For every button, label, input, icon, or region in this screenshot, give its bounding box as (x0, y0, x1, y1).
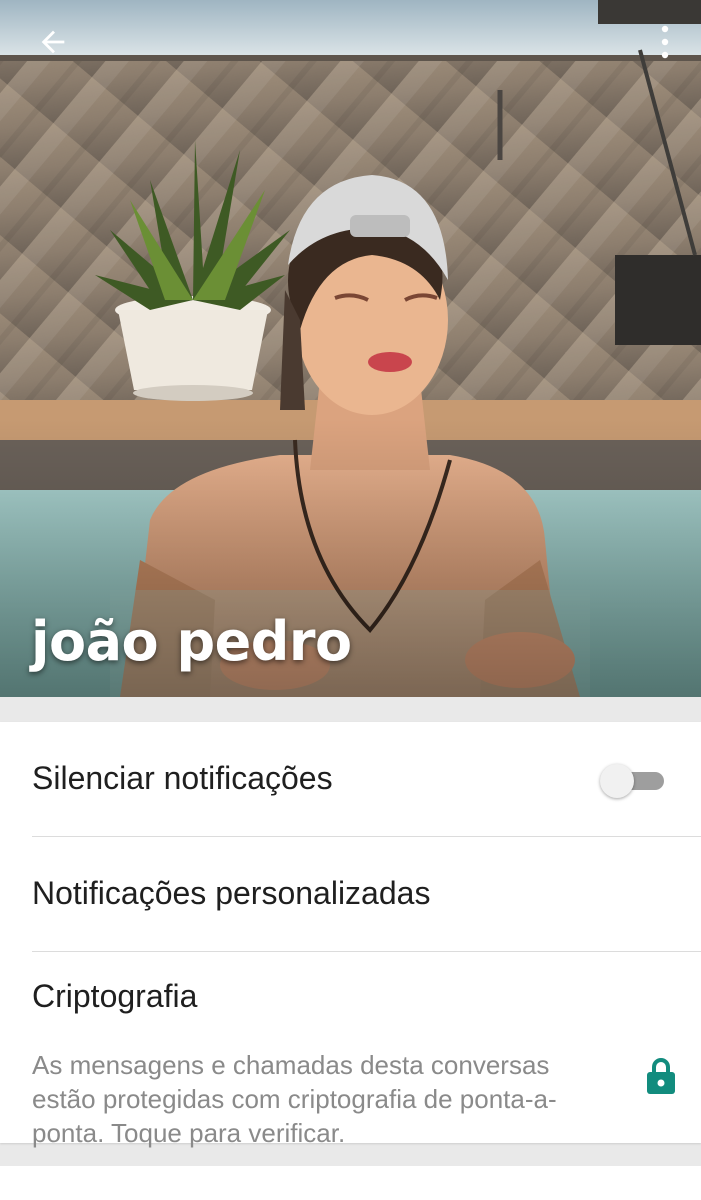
custom-notifications-row[interactable]: Notificações personalizadas (0, 837, 701, 951)
back-button[interactable] (26, 18, 80, 66)
contact-name: joão pedro (31, 610, 352, 673)
profile-photo[interactable] (0, 0, 701, 697)
mute-notifications-label: Silenciar notificações (32, 760, 333, 796)
toggle-thumb (600, 764, 634, 798)
encryption-label: Criptografia (32, 978, 198, 1014)
custom-notifications-label: Notificações personalizadas (32, 875, 431, 911)
encryption-row[interactable]: Criptografia As mensagens e chamadas des… (0, 952, 701, 1148)
arrow-left-icon (41, 30, 65, 54)
more-vert-icon (661, 25, 669, 59)
lock-icon (647, 1058, 675, 1094)
profile-header: joão pedro (0, 0, 701, 697)
encryption-description: As mensagens e chamadas desta conversas … (32, 1050, 557, 1148)
mute-notifications-toggle[interactable] (600, 764, 664, 798)
next-section-edge (0, 1166, 701, 1200)
mute-notifications-row[interactable]: Silenciar notificações (0, 722, 701, 836)
more-options-button[interactable] (647, 18, 683, 66)
chat-settings-card: Silenciar notificações Notificações pers… (0, 722, 701, 1148)
